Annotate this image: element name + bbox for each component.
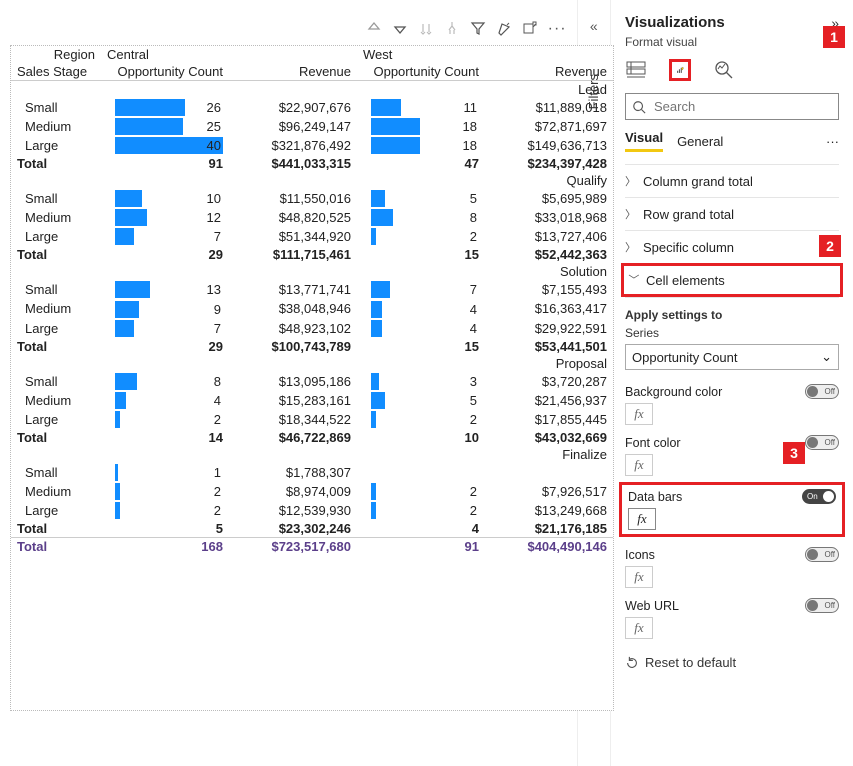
search-icon <box>632 100 646 114</box>
table-subtotal[interactable]: Total91$441,033,31547$234,397,428 <box>11 155 613 172</box>
pane-subtitle: Format visual <box>625 35 839 49</box>
reset-to-default[interactable]: Reset to default <box>625 655 839 670</box>
matrix-visual[interactable]: RegionCentralWestSales StageOpportunity … <box>10 45 614 711</box>
chevron-right-icon: 〉 <box>625 239 637 255</box>
table-subtotal[interactable]: Total14$46,722,86910$43,032,669 <box>11 429 613 446</box>
table-row[interactable]: Large7$48,923,1024$29,922,591 <box>11 319 613 338</box>
table-row[interactable]: Small26$22,907,67611$11,889,018 <box>11 98 613 117</box>
callout-3: 3 <box>783 442 805 464</box>
font-color-toggle[interactable]: Off <box>805 435 839 450</box>
table-subtotal[interactable]: Total29$100,743,78915$53,441,501 <box>11 338 613 355</box>
table-row[interactable]: Small1$1,788,307 <box>11 463 613 482</box>
chevron-right-icon: 〉 <box>625 173 637 189</box>
data-bars-toggle[interactable]: On <box>802 489 836 504</box>
data-bars-fx[interactable]: fx <box>628 508 656 530</box>
table-row[interactable]: Small10$11,550,0165$5,695,989 <box>11 189 613 208</box>
table-subtotal[interactable]: Total29$111,715,46115$52,442,363 <box>11 246 613 263</box>
visual-toolbar: ··· <box>366 20 567 39</box>
visualizations-pane: Visualizations » Format visual 1 Visual … <box>611 0 853 766</box>
icons-fx[interactable]: fx <box>625 566 653 588</box>
table-row[interactable]: Large2$12,539,9302$13,249,668 <box>11 501 613 520</box>
chevron-down-icon: ⌄ <box>821 349 832 365</box>
table-subtotal[interactable]: Total5$23,302,2464$21,176,185 <box>11 520 613 538</box>
bg-color-label: Background color <box>625 385 722 399</box>
icons-label: Icons <box>625 548 655 562</box>
nav-up-icon[interactable] <box>366 20 382 39</box>
table-row[interactable]: Large40$321,876,49218$149,636,713 <box>11 136 613 155</box>
acc-column-grand-total[interactable]: 〉 Column grand total <box>625 164 839 197</box>
data-bars-label: Data bars <box>628 490 682 504</box>
format-visual-icon[interactable] <box>669 59 691 81</box>
series-select[interactable]: Opportunity Count ⌄ <box>625 344 839 370</box>
bg-color-toggle[interactable]: Off <box>805 384 839 399</box>
build-visual-icon[interactable] <box>625 59 647 81</box>
weburl-fx[interactable]: fx <box>625 617 653 639</box>
apply-settings-label: Apply settings to <box>625 308 839 322</box>
icons-toggle[interactable]: Off <box>805 547 839 562</box>
callout-1: 1 <box>823 26 845 48</box>
drill-icon[interactable] <box>418 20 434 39</box>
table-row[interactable]: Small8$13,095,1863$3,720,287 <box>11 372 613 391</box>
search-input[interactable] <box>652 98 832 115</box>
more-tabs-icon[interactable]: ··· <box>826 134 839 149</box>
chevron-right-icon: 〉 <box>625 206 637 222</box>
callout-2: 2 <box>819 235 841 257</box>
table-row[interactable]: Large7$51,344,9202$13,727,406 <box>11 227 613 246</box>
nav-down-icon[interactable] <box>392 20 408 39</box>
table-row[interactable]: Small13$13,771,7417$7,155,493 <box>11 280 613 299</box>
series-label: Series <box>625 326 839 340</box>
acc-cell-elements[interactable]: 〉 Cell elements <box>621 263 843 297</box>
chevron-down-icon: 〉 <box>626 274 642 286</box>
table-grand-total[interactable]: Total168$723,517,68091$404,490,146 <box>11 537 613 555</box>
acc-specific-column[interactable]: 〉 Specific column 2 <box>625 230 839 263</box>
expand-icon[interactable] <box>444 20 460 39</box>
spotlight-icon[interactable] <box>496 20 512 39</box>
analytics-icon[interactable] <box>713 59 735 81</box>
weburl-toggle[interactable]: Off <box>805 598 839 613</box>
focus-icon[interactable] <box>522 20 538 39</box>
acc-row-grand-total[interactable]: 〉 Row grand total <box>625 197 839 230</box>
table-row[interactable]: Large2$18,344,5222$17,855,445 <box>11 410 613 429</box>
table-row[interactable]: Medium2$8,974,0092$7,926,517 <box>11 482 613 501</box>
table-row[interactable]: Medium4$15,283,1615$21,456,937 <box>11 391 613 410</box>
table-row[interactable]: Medium12$48,820,5258$33,018,968 <box>11 208 613 227</box>
more-icon[interactable]: ··· <box>548 20 567 39</box>
font-color-label: Font color <box>625 436 681 450</box>
format-tab-icons <box>625 59 839 81</box>
weburl-label: Web URL <box>625 599 679 613</box>
search-box[interactable] <box>625 93 839 120</box>
table-row[interactable]: Medium25$96,249,14718$72,871,697 <box>11 117 613 136</box>
filters-label: Filters <box>586 74 601 109</box>
collapse-icon[interactable]: « <box>590 18 598 34</box>
report-canvas: ··· RegionCentralWestSales StageOpportun… <box>0 0 578 766</box>
pane-title: Visualizations <box>625 14 725 31</box>
filter-icon[interactable] <box>470 20 486 39</box>
tab-general[interactable]: General <box>677 134 723 149</box>
font-color-fx[interactable]: fx <box>625 454 653 476</box>
reset-icon <box>625 656 639 670</box>
bg-color-fx[interactable]: fx <box>625 403 653 425</box>
tab-visual[interactable]: Visual <box>625 130 663 152</box>
table-row[interactable]: Medium9$38,048,9464$16,363,417 <box>11 299 613 318</box>
